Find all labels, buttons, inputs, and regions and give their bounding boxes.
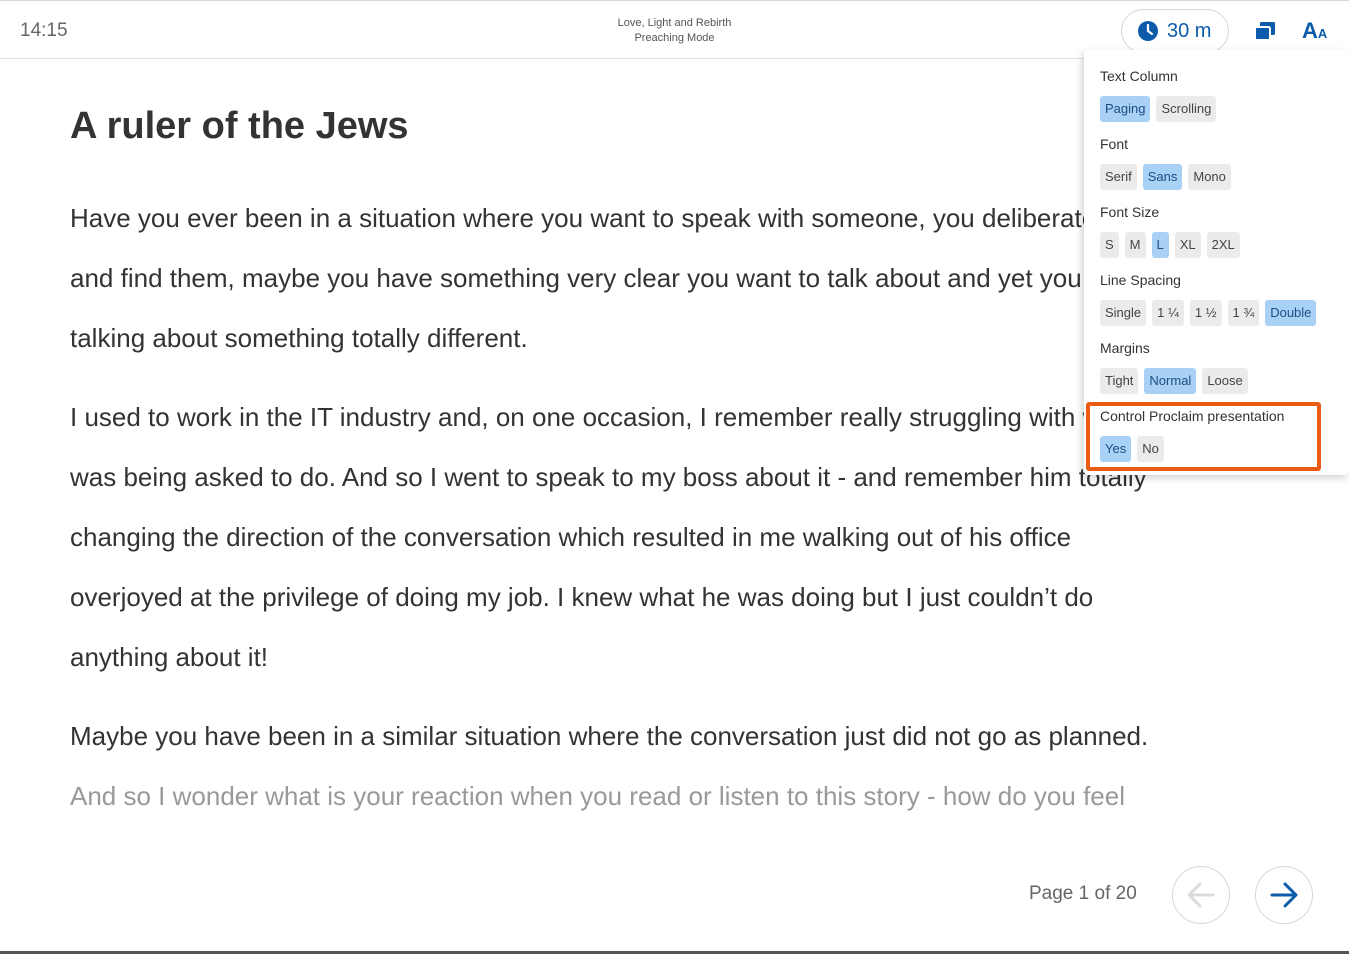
page-indicator: Page 1 of 20	[1029, 883, 1137, 904]
font-serif[interactable]: Serif	[1100, 164, 1137, 190]
font-group: Font Serif Sans Mono	[1100, 136, 1231, 190]
timer-label: 30 m	[1167, 19, 1212, 42]
paragraph-faded: And so I wonder what is your reaction wh…	[70, 766, 1270, 826]
font-label: Font	[1100, 136, 1129, 152]
text-column-group: Text Column Paging Scrolling	[1100, 68, 1217, 122]
text-column-scrolling[interactable]: Scrolling	[1156, 96, 1217, 122]
next-page-button[interactable]	[1255, 866, 1313, 924]
line-spacing-1-25[interactable]: 1 ¼	[1152, 300, 1184, 326]
margins-normal[interactable]: Normal	[1144, 368, 1197, 394]
proclaim-label: Control Proclaim presentation	[1100, 408, 1285, 424]
proclaim-group: Control Proclaim presentation Yes No	[1100, 408, 1284, 462]
timer-button[interactable]: 30 m	[1121, 9, 1229, 53]
margins-loose[interactable]: Loose	[1202, 368, 1248, 394]
margins-group: Margins Tight Normal Loose	[1100, 340, 1248, 394]
font-size-s[interactable]: S	[1100, 232, 1119, 258]
text-column-paging[interactable]: Paging	[1100, 96, 1151, 122]
font-mono[interactable]: Mono	[1188, 164, 1231, 190]
line-spacing-1-75[interactable]: 1 ¾	[1227, 300, 1260, 326]
text-line: changing the direction of the conversati…	[70, 522, 1072, 552]
font-size-label: Font Size	[1100, 204, 1160, 220]
text-column-label: Text Column	[1100, 68, 1178, 84]
font-size-xl[interactable]: XL	[1174, 232, 1201, 258]
copy-icon[interactable]	[1254, 21, 1276, 41]
line-spacing-single[interactable]: Single	[1100, 300, 1147, 326]
proclaim-no[interactable]: No	[1137, 436, 1164, 462]
line-spacing-double[interactable]: Double	[1265, 300, 1317, 326]
text-settings-label-big: A	[1302, 18, 1318, 43]
previous-page-button[interactable]	[1172, 866, 1230, 924]
arrow-left-icon	[1187, 882, 1215, 908]
font-size-group: Font Size S M L XL 2XL	[1100, 204, 1240, 258]
proclaim-yes[interactable]: Yes	[1100, 436, 1132, 462]
line-spacing-1-5[interactable]: 1 ½	[1189, 300, 1222, 326]
clock-icon	[1138, 21, 1158, 41]
font-size-2xl[interactable]: 2XL	[1206, 232, 1240, 258]
arrow-right-icon	[1270, 882, 1298, 908]
font-sans[interactable]: Sans	[1142, 164, 1183, 190]
text-line: Maybe you have been in a similar situati…	[70, 721, 1149, 751]
text-line: And so I wonder what is your reaction wh…	[70, 781, 1125, 811]
line-spacing-label: Line Spacing	[1100, 272, 1181, 288]
text-settings-panel: Text Column Paging Scrolling Font Serif …	[1084, 50, 1349, 475]
text-settings-label-small: A	[1317, 26, 1328, 41]
line-spacing-group: Line Spacing Single 1 ¼ 1 ½ 1 ¾ Double	[1100, 272, 1317, 326]
font-size-l[interactable]: L	[1151, 232, 1169, 258]
text-line: overjoyed at the privilege of doing my j…	[70, 582, 1094, 612]
paragraph: Maybe you have been in a similar situati…	[70, 706, 1270, 766]
text-settings-button[interactable]: AA	[1302, 18, 1327, 44]
margins-label: Margins	[1100, 340, 1150, 356]
text-line: anything about it!	[70, 642, 269, 672]
margins-tight[interactable]: Tight	[1100, 368, 1139, 394]
font-size-m[interactable]: M	[1124, 232, 1146, 258]
